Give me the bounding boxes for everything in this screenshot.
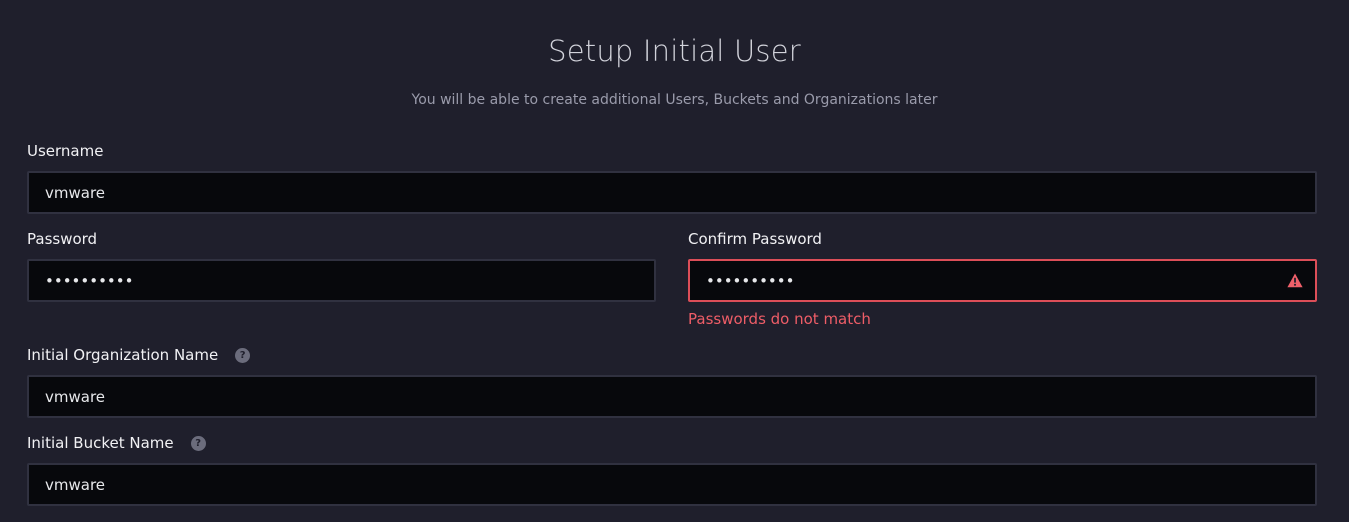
org-name-input[interactable] [45,387,1315,406]
confirm-password-field[interactable] [688,259,1317,302]
bucket-name-field[interactable] [27,463,1317,506]
bucket-name-label-text: Initial Bucket Name [27,434,174,452]
page-title: Setup Initial User [548,34,801,68]
username-input[interactable] [45,183,1315,202]
org-name-label: Initial Organization Name ? [27,346,251,364]
password-label: Password [27,230,97,248]
confirm-password-label: Confirm Password [688,230,822,248]
bucket-name-help-icon[interactable]: ? [190,435,206,451]
bucket-name-label: Initial Bucket Name ? [27,434,206,452]
password-mismatch-error: Passwords do not match [688,310,871,328]
password-input[interactable] [45,271,654,290]
username-field[interactable] [27,171,1317,214]
confirm-password-input[interactable] [706,271,1255,290]
password-field[interactable] [27,259,656,302]
org-name-label-text: Initial Organization Name [27,346,219,364]
bucket-name-input[interactable] [45,475,1315,494]
org-name-help-icon[interactable]: ? [235,347,251,363]
warning-icon [1287,273,1303,288]
page-subtitle: You will be able to create additional Us… [411,92,938,108]
confirm-password-label-text: Confirm Password [688,230,822,248]
org-name-field[interactable] [27,375,1317,418]
setup-page: Setup Initial User You will be able to c… [0,0,1349,522]
username-label-text: Username [27,142,104,160]
password-label-text: Password [27,230,98,248]
username-label: Username [27,142,103,160]
